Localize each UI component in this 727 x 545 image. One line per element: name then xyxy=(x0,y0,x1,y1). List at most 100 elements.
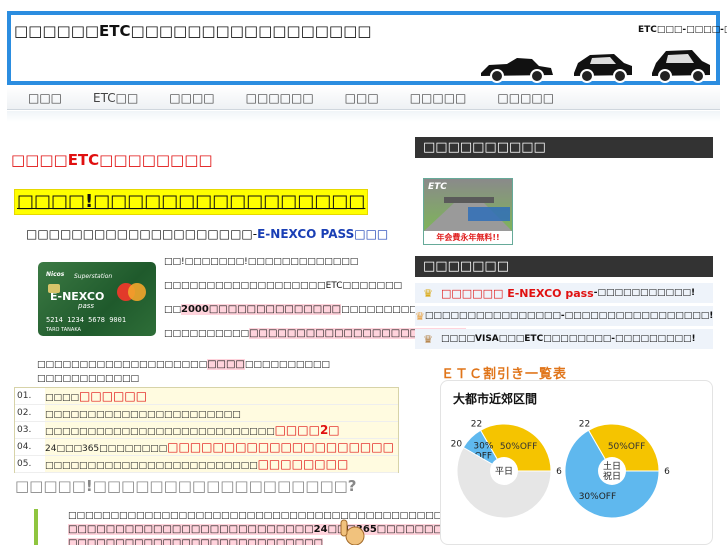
body-mark: □□□□□□□□□□□□□□□□□□□□□□□□□□24□□□365□□□□□□… xyxy=(68,524,443,535)
car-icon xyxy=(481,58,553,83)
item-text-wrap: □□□□□□□□□□□□□□□□□□□□□□□ xyxy=(45,405,398,421)
item-number: 05. xyxy=(17,459,32,469)
nav-item[interactable]: □□□□□ xyxy=(410,91,467,105)
body-line: □□□□□□□□□□□□□□□□□□□□□□□□□□24□□□365□□□□□□… xyxy=(68,523,443,537)
pie-slice-label: 30% xyxy=(473,441,493,451)
card-intro: □□□□□□□□□□□□□□□□□□□□-E-NEXCO PASS□□□ xyxy=(26,227,388,241)
car-icon xyxy=(652,50,710,83)
svg-text:TARO TANAKA: TARO TANAKA xyxy=(45,327,82,333)
crown-icon: ♛ xyxy=(423,332,433,346)
credit-card-graphic: Nicos Superstation E-NEXCO pass 5214 123… xyxy=(45,271,146,333)
item-text: □□□□ xyxy=(45,393,80,403)
pie-slice-label: 50%OFF xyxy=(608,442,645,452)
card-para: □□□□□□□□□□□□□□□□□□□□□□□□□□□□□□□□□ xyxy=(164,327,467,341)
nav-item[interactable]: ETC□□ xyxy=(93,91,138,105)
card-note: □□□□□□□□□□□□□□□□□□□□□□□□□□□□□□□□□□ □□□□□… xyxy=(37,358,397,386)
body-text: □□□□□□□□□□□□□□□□□□□□□□□□□□□ □□□□□□□□□□□□□… xyxy=(34,509,468,545)
feature-list: 01. □□□□□□□□□□ 02. □□□□□□□□□□□□□□□□□□□□□□□… xyxy=(14,387,399,473)
svg-text:Superstation: Superstation xyxy=(74,273,112,280)
section-question: □□□□□!□□□□□□□□□□□□□□□□□□? xyxy=(15,477,357,495)
nav-item[interactable]: □□□□□ xyxy=(497,91,554,105)
sidebar-heading: □□□□□□□□□□ xyxy=(415,137,713,158)
item-highlight: □□□□□□ xyxy=(79,389,148,403)
item-text-wrap: □□□□□□□□□□ xyxy=(45,388,398,404)
hour-tick-label: 6 xyxy=(664,467,670,477)
etc-card-banner[interactable]: ETC 年会費永年無料!! xyxy=(423,178,513,245)
pie-slice-label: 30%OFF xyxy=(579,492,616,502)
banner-logo: ETC xyxy=(428,182,447,192)
card-description: □□!□□□□□□□!□□□□□□□□□□□□□ □□□□□□□□□□□□□□□… xyxy=(164,255,511,351)
card-para: □□!□□□□□□□!□□□□□□□□□□□□□ xyxy=(164,257,359,267)
nav-item[interactable]: □□□ xyxy=(28,91,62,105)
crown-icon: ♛ xyxy=(423,286,433,300)
site-title[interactable]: □□□□□□ETC□□□□□□□□□□□□□□□□□ xyxy=(14,22,371,40)
card-note-text: □□□□□□□□□□ xyxy=(244,360,330,370)
body-mark: □□□□□□□□□□□□□□□□□□□□□□□□□□□ xyxy=(68,538,324,545)
list-item: 03. □□□□□□□□□□□□□□□□□□□□□□□□□□□□□□□2□ xyxy=(15,422,398,439)
item-highlight: □□□□2□ xyxy=(274,423,340,437)
discount-pie-charts: 50%OFF30%OFF平日2220650%OFF30%OFF土日祝日226 xyxy=(451,419,670,519)
pie-title: 土日 xyxy=(603,460,621,472)
credit-card-image[interactable]: Nicos Superstation E-NEXCO pass 5214 123… xyxy=(38,262,156,336)
item-number: 02. xyxy=(17,408,32,418)
toll-gate-image xyxy=(424,197,512,231)
highlight-title-text: □□□□!□□□□□□□□□□□□□□□□ xyxy=(17,191,366,212)
card-para-mark: 2000□□□□□□□□□□□□□□ xyxy=(181,304,342,315)
list-item: 04. 24□□□365□□□□□□□□□□□□□□□□□□□□□□□□□□□□ xyxy=(15,439,398,456)
site-header: □□□□□□ETC□□□□□□□□□□□□□□□□□ ETC□□□-□□□□-□… xyxy=(7,11,727,85)
list-item: 02. □□□□□□□□□□□□□□□□□□□□□□□ xyxy=(15,405,398,422)
car-icon xyxy=(574,54,632,83)
discount-chart-box: 大都市近郊区間 50%OFF 30% OFF 平日 22 20 6 50%OFF 30%OFF 土… xyxy=(440,380,713,545)
nav-item[interactable]: □□□ xyxy=(345,91,379,105)
pie-title: 祝日 xyxy=(603,470,621,482)
list-item: 05. □□□□□□□□□□□□□□□□□□□□□□□□□□□□□□□□□ xyxy=(15,456,398,473)
nav-shadow-band xyxy=(7,111,720,122)
sidebar-heading: □□□□□□□ xyxy=(415,256,713,277)
body-line: □□□□□□□□□□□□□□□□□□□□□□□□□□□□□□□□□□□□□□□□… xyxy=(68,511,468,521)
item-text-wrap: □□□□□□□□□□□□□□□□□□□□□□□□□□□□□□□2□ xyxy=(45,422,398,438)
card-brand-link[interactable]: E-NEXCO PASS□□□ xyxy=(257,227,388,241)
ranking-tail: -□□□□□□□□□□□! xyxy=(593,288,696,298)
highlight-title: □□□□!□□□□□□□□□□□□□□□□ xyxy=(14,189,369,215)
main-heading: □□□□ETC□□□□□□□□ xyxy=(11,151,213,169)
item-number: 04. xyxy=(17,442,32,452)
item-number: 03. xyxy=(17,425,32,435)
card-para: □□2000□□□□□□□□□□□□□□□□□□□□□□□□□□□□□□□□□□ xyxy=(164,303,511,317)
page: □□□□□□ETC□□□□□□□□□□□□□□□□□ ETC□□□-□□□□- □… xyxy=(0,0,727,545)
card-para-text: □□□□□□□□□□ xyxy=(164,329,250,339)
card-note-text: □□□□□□□□□□□□□□□□□□□□ xyxy=(37,360,208,370)
ranking-item[interactable]: ♛ □□□□VISA□□□ETC□□□□□□□□-□□□□□□□□□! xyxy=(415,329,713,349)
pointing-hand-icon xyxy=(340,519,365,545)
ranking-tail: □□□□VISA□□□ETC□□□□□□□□-□□□□□□□□□! xyxy=(441,334,696,344)
item-highlight: □□□□□□□□ xyxy=(257,457,349,471)
hour-tick-label: 22 xyxy=(579,419,590,429)
item-number: 01. xyxy=(17,391,32,401)
item-text: □□□□□□□□□□□□□□□□□□□□□□□□□ xyxy=(45,461,258,471)
hour-tick-label: 22 xyxy=(471,419,482,429)
sidebar: □□□□□□□□□□ ETC 年会費永年無料!! □□□□□□□ ♛ □□□□□□… xyxy=(415,137,713,545)
nav-item[interactable]: □□□□□□ xyxy=(246,91,314,105)
nav-item[interactable]: □□□□ xyxy=(169,91,214,105)
crown-icon: ♛ xyxy=(415,309,425,323)
banner-caption: 年会費永年無料!! xyxy=(424,231,512,244)
item-text-wrap: □□□□□□□□□□□□□□□□□□□□□□□□□□□□□□□□□ xyxy=(45,456,398,472)
card-note-mark: □□□□ xyxy=(207,359,245,370)
svg-text:Nicos: Nicos xyxy=(46,271,65,278)
ranking-item[interactable]: ♛ □□□□□□□□□□□□□□□□-□□□□□□□□□□□□□□□□□! xyxy=(415,306,713,326)
card-intro-text: □□□□□□□□□□□□□□□□□□□□- xyxy=(26,227,258,241)
list-item: 01. □□□□□□□□□□ xyxy=(15,388,398,405)
svg-text:pass: pass xyxy=(77,302,94,310)
item-highlight: □□□□□□□□□□□□□□□□□□□□ xyxy=(167,440,394,454)
site-tagline: ETC□□□-□□□□-□□□ xyxy=(638,25,727,35)
item-text: □□□□□□□□□□□□□□□□□□□□□□□□□□□ xyxy=(45,427,275,437)
item-text: 24□□□365□□□□□□□□ xyxy=(45,444,168,454)
hour-tick-label: 20 xyxy=(451,440,463,450)
card-para-text: □□ xyxy=(164,305,182,315)
main-content: □□□□ETC□□□□□□□□ □□□□!□□□□□□□□□□□□□□□□ □□… xyxy=(7,122,511,545)
item-text: □□□□□□□□□□□□□□□□□□□□□□□ xyxy=(45,410,241,420)
ranking-item[interactable]: ♛ □□□□□□ E-NEXCO pass -□□□□□□□□□□□! xyxy=(415,283,713,303)
card-para: □□□□□□□□□□□□□□□□□□□ETC□□□□□□□ xyxy=(164,281,403,291)
svg-text:5214 1234 5678 9001: 5214 1234 5678 9001 xyxy=(46,316,126,324)
card-note-text: □□□□□□□□□□□□ xyxy=(37,374,140,384)
ranking-title: □□□□□□ E-NEXCO pass xyxy=(441,286,594,300)
